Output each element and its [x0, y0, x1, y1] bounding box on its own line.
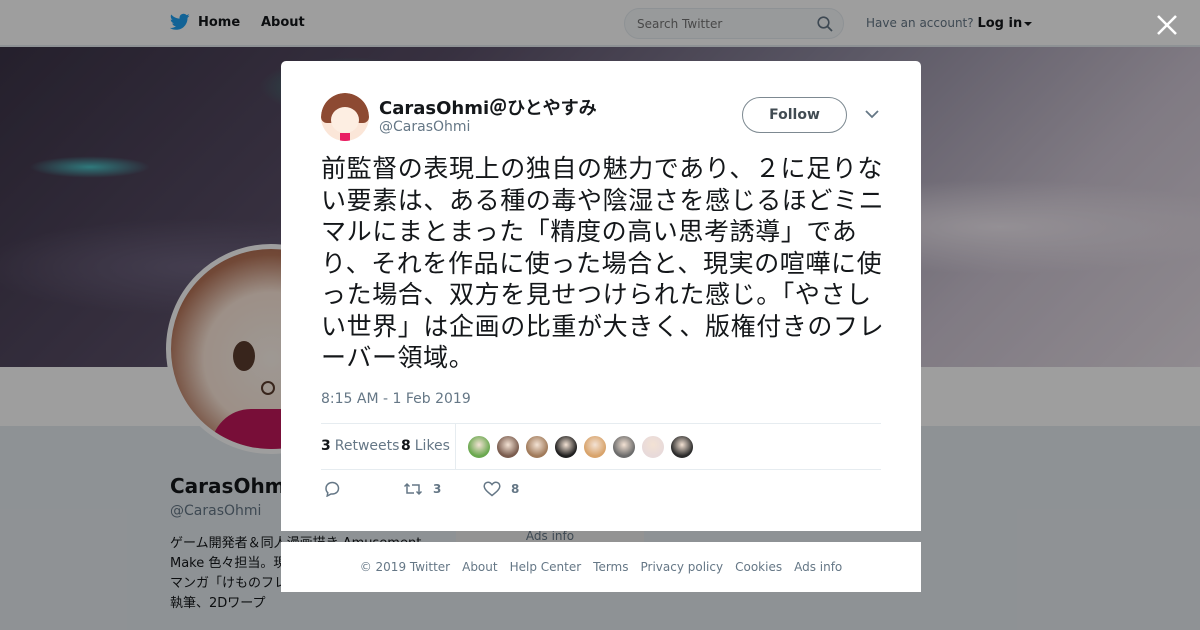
- retweet-stat[interactable]: 3 Retweets: [321, 438, 399, 454]
- avatar-face: [331, 107, 359, 133]
- like-action-count: 8: [511, 482, 520, 496]
- liker-avatar[interactable]: [583, 435, 607, 459]
- tweet-timestamp[interactable]: 8:15 AM - 1 Feb 2019: [321, 391, 471, 407]
- close-icon[interactable]: [1154, 12, 1180, 38]
- footer-links: © 2019 Twitter About Help Center Terms P…: [281, 542, 921, 592]
- liker-avatar[interactable]: [670, 435, 694, 459]
- liker-avatars: [467, 435, 699, 459]
- footer-help-link[interactable]: Help Center: [510, 560, 582, 574]
- footer-cookies-link[interactable]: Cookies: [735, 560, 782, 574]
- retweet-action-count: 3: [433, 482, 442, 496]
- tweet-modal: CarasOhmi＠ひとやすみ @CarasOhmi Follow 前監督の表現…: [281, 61, 921, 531]
- footer-terms-link[interactable]: Terms: [593, 560, 628, 574]
- like-stat-label: Likes: [414, 438, 450, 454]
- like-count: 8: [401, 438, 411, 454]
- reply-icon: [325, 481, 340, 497]
- chevron-down-icon[interactable]: [865, 109, 879, 119]
- footer-ads-link[interactable]: Ads info: [794, 560, 842, 574]
- liker-avatar[interactable]: [641, 435, 665, 459]
- like-stat[interactable]: 8 Likes: [401, 438, 450, 454]
- avatar-bow: [340, 133, 350, 141]
- reply-button[interactable]: [323, 481, 351, 497]
- retweet-count: 3: [321, 438, 331, 454]
- footer-privacy-link[interactable]: Privacy policy: [641, 560, 724, 574]
- liker-avatar[interactable]: [612, 435, 636, 459]
- footer-copyright: © 2019 Twitter: [359, 560, 451, 574]
- liker-avatar[interactable]: [525, 435, 549, 459]
- author-avatar[interactable]: [321, 93, 369, 141]
- retweet-button[interactable]: 3: [403, 481, 441, 497]
- liker-avatar[interactable]: [467, 435, 491, 459]
- author-display-name[interactable]: CarasOhmi＠ひとやすみ: [379, 94, 597, 120]
- follow-button[interactable]: Follow: [742, 97, 847, 133]
- tweet-text: 前監督の表現上の独自の魅力であり、２に足りない要素は、ある種の毒や陰湿さを感じる…: [321, 154, 885, 372]
- like-button[interactable]: 8: [483, 481, 519, 497]
- retweet-icon: [403, 482, 423, 496]
- footer-about-link[interactable]: About: [462, 560, 497, 574]
- author-handle[interactable]: @CarasOhmi: [379, 119, 470, 135]
- liker-avatar[interactable]: [554, 435, 578, 459]
- tweet-actions: 3 8: [321, 479, 621, 503]
- liker-avatar[interactable]: [496, 435, 520, 459]
- retweet-stat-label: Retweets: [334, 438, 400, 454]
- stats-divider: [455, 424, 456, 470]
- tweet-stats: 3 Retweets 8 Likes: [321, 423, 881, 470]
- heart-icon: [483, 481, 501, 497]
